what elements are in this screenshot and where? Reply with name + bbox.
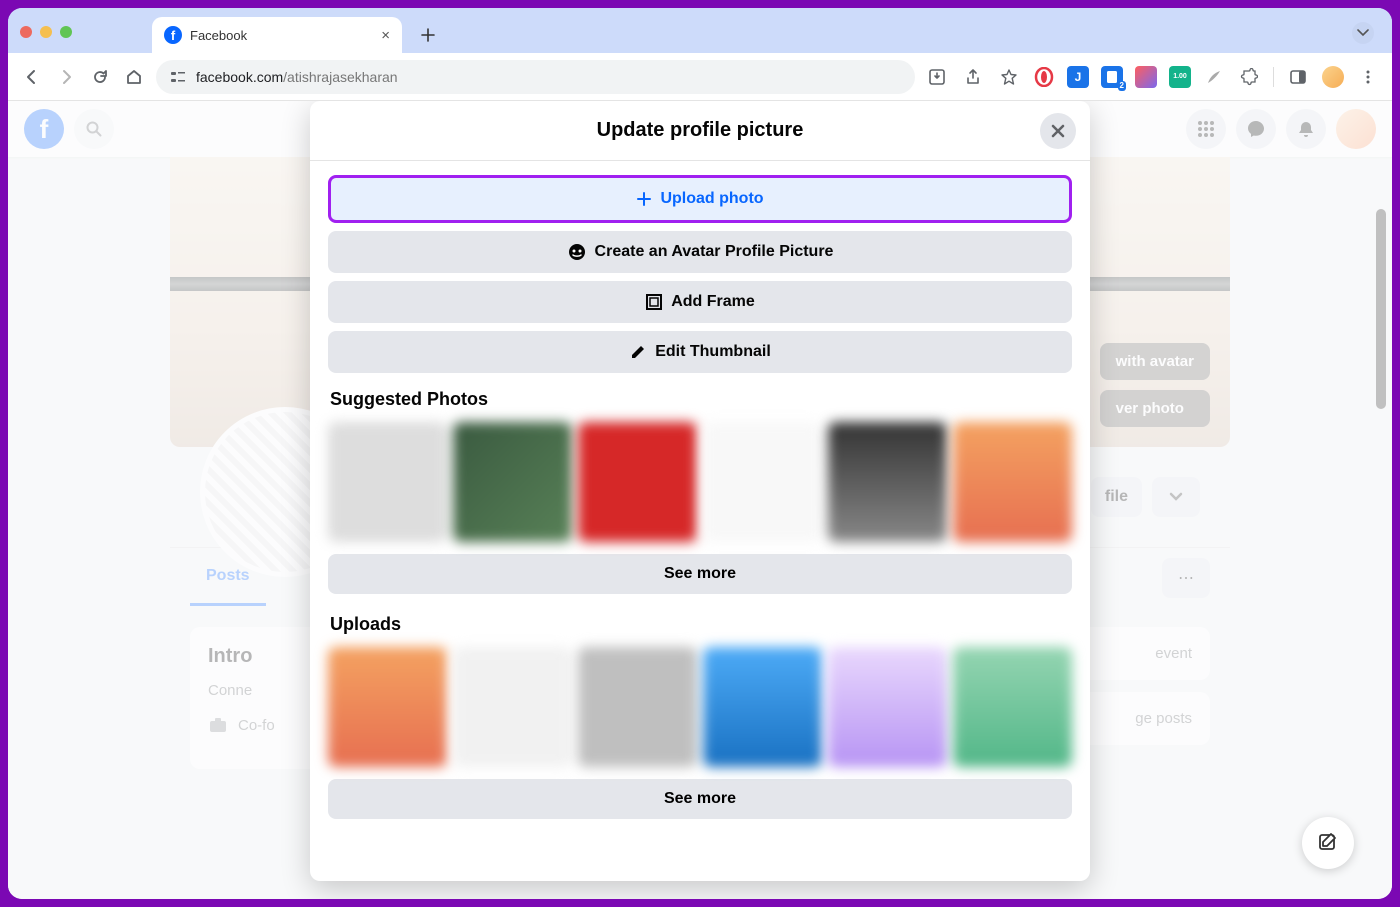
extension-opera[interactable] — [1033, 66, 1055, 88]
badge-text: 1.00 — [1173, 73, 1187, 80]
address-bar[interactable]: facebook.com/atishrajasekharan — [156, 60, 915, 94]
see-more-suggested-button[interactable]: See more — [328, 554, 1072, 594]
arrow-right-icon — [57, 68, 75, 86]
modal-body: Upload photo Create an Avatar Profile Pi… — [310, 161, 1090, 881]
photo-thumb[interactable] — [453, 647, 572, 767]
photo-thumb[interactable] — [578, 647, 697, 767]
modal-title: Update profile picture — [597, 119, 804, 142]
photo-thumb[interactable] — [953, 422, 1072, 542]
install-icon — [928, 68, 946, 86]
menu-button[interactable] — [1356, 65, 1380, 89]
create-avatar-label: Create an Avatar Profile Picture — [595, 243, 834, 261]
modal-header: Update profile picture — [310, 101, 1090, 161]
side-panel-button[interactable] — [1286, 65, 1310, 89]
compose-button[interactable] — [1302, 817, 1354, 869]
photo-thumb[interactable] — [703, 647, 822, 767]
tab-bar: f Facebook × — [8, 8, 1392, 53]
separator — [1273, 67, 1274, 87]
profile-avatar[interactable] — [1322, 66, 1344, 88]
maximize-window-dot[interactable] — [60, 26, 72, 38]
close-tab-icon[interactable]: × — [381, 27, 390, 44]
photo-thumb[interactable] — [328, 647, 447, 767]
back-button[interactable] — [20, 65, 44, 89]
reload-button[interactable] — [88, 65, 112, 89]
doc-icon — [1105, 70, 1119, 84]
quill-icon — [1205, 68, 1223, 86]
tab-title: Facebook — [190, 28, 373, 43]
facebook-favicon: f — [164, 26, 182, 44]
badge-count: 2 — [1118, 81, 1126, 91]
window-controls — [20, 26, 72, 38]
extension-colorful[interactable] — [1135, 66, 1157, 88]
site-settings-icon[interactable] — [170, 69, 186, 85]
forward-button[interactable] — [54, 65, 78, 89]
uploads-heading: Uploads — [330, 614, 1070, 635]
share-icon — [964, 68, 982, 86]
suggested-photos-heading: Suggested Photos — [330, 389, 1070, 410]
toolbar-actions: J 2 1.00 — [925, 65, 1380, 89]
browser-tab[interactable]: f Facebook × — [152, 17, 402, 53]
photo-thumb[interactable] — [328, 422, 447, 542]
extension-blue[interactable]: J — [1067, 66, 1089, 88]
close-modal-button[interactable] — [1040, 113, 1076, 149]
add-frame-label: Add Frame — [671, 293, 755, 311]
share-button[interactable] — [961, 65, 985, 89]
avatar-icon — [567, 242, 587, 262]
modal-container: Update profile picture Upload photo Crea… — [8, 101, 1392, 899]
extension-quill[interactable] — [1203, 66, 1225, 88]
photo-thumb[interactable] — [828, 647, 947, 767]
update-profile-picture-modal: Update profile picture Upload photo Crea… — [310, 101, 1090, 881]
home-icon — [125, 68, 143, 86]
compose-icon — [1317, 832, 1339, 854]
opera-icon — [1034, 67, 1054, 87]
minimize-window-dot[interactable] — [40, 26, 52, 38]
frame-icon — [645, 293, 663, 311]
browser-toolbar: facebook.com/atishrajasekharan J 2 1.00 — [8, 53, 1392, 101]
suggested-photos-row — [328, 422, 1072, 542]
extensions-button[interactable] — [1237, 65, 1261, 89]
star-icon — [1000, 68, 1018, 86]
photo-thumb[interactable] — [703, 422, 822, 542]
photo-thumb[interactable] — [453, 422, 572, 542]
bookmark-button[interactable] — [997, 65, 1021, 89]
url-text: facebook.com/atishrajasekharan — [196, 69, 398, 85]
close-window-dot[interactable] — [20, 26, 32, 38]
edit-thumbnail-label: Edit Thumbnail — [655, 343, 771, 361]
browser-window: f Facebook × facebook.com/atishrajasekha… — [8, 8, 1392, 899]
install-app-button[interactable] — [925, 65, 949, 89]
create-avatar-button[interactable]: Create an Avatar Profile Picture — [328, 231, 1072, 273]
panel-icon — [1289, 68, 1307, 86]
photo-thumb[interactable] — [578, 422, 697, 542]
pencil-icon — [629, 343, 647, 361]
photo-thumb[interactable] — [828, 422, 947, 542]
tabs-dropdown[interactable] — [1352, 22, 1374, 44]
extension-docs[interactable]: 2 — [1101, 66, 1123, 88]
uploads-row — [328, 647, 1072, 767]
puzzle-icon — [1240, 68, 1258, 86]
extension-green[interactable]: 1.00 — [1169, 66, 1191, 88]
see-more-uploads-button[interactable]: See more — [328, 779, 1072, 819]
arrow-left-icon — [23, 68, 41, 86]
edit-thumbnail-button[interactable]: Edit Thumbnail — [328, 331, 1072, 373]
dots-vertical-icon — [1360, 69, 1376, 85]
add-frame-button[interactable]: Add Frame — [328, 281, 1072, 323]
new-tab-button[interactable] — [414, 21, 442, 49]
upload-photo-label: Upload photo — [660, 190, 763, 208]
chevron-down-icon — [1357, 29, 1369, 37]
plus-icon — [636, 191, 652, 207]
plus-icon — [420, 27, 436, 43]
photo-thumb[interactable] — [953, 647, 1072, 767]
upload-photo-button[interactable]: Upload photo — [328, 175, 1072, 223]
close-icon — [1049, 122, 1067, 140]
home-button[interactable] — [122, 65, 146, 89]
content-area: f with avatar ver photo — [8, 101, 1392, 899]
reload-icon — [91, 68, 109, 86]
